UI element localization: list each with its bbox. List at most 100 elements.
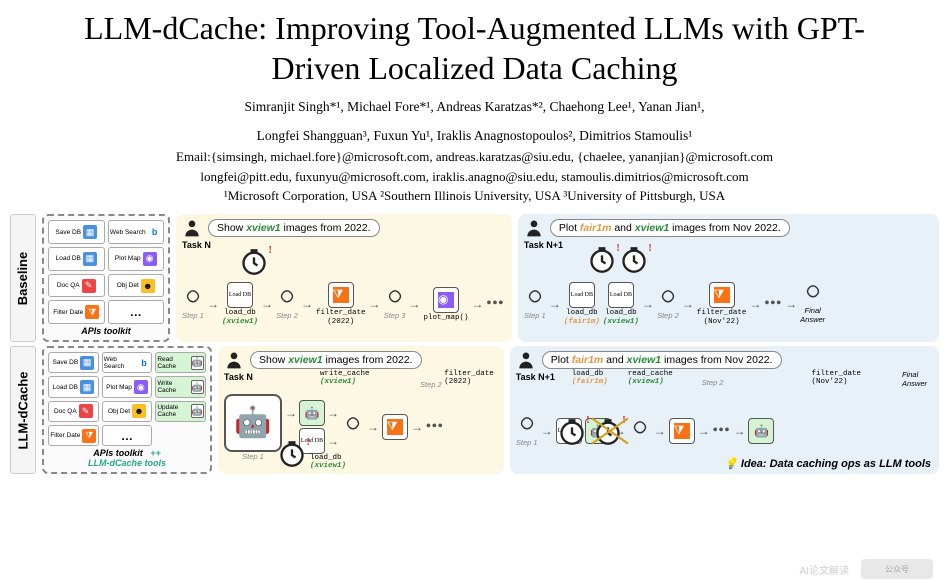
paper-title: LLM-dCache: Improving Tool-Augmented LLM…: [40, 8, 909, 88]
dcache-row: LLM-dCache Save DB▦ Web Searchb Read Cac…: [10, 346, 939, 474]
arrow-icon: →: [749, 297, 761, 312]
api-save-db: Save DB▦: [48, 352, 99, 373]
task-n1-prompt: Plot fair1m and xview1 images from Nov 2…: [542, 351, 782, 369]
clock-delay-icon: !: [620, 246, 648, 274]
api-read-cache: Read Cache🤖: [155, 352, 206, 373]
arrow-icon: →: [472, 297, 484, 312]
api-doc-qa: Doc QA✎: [48, 274, 105, 298]
user-icon: [524, 218, 544, 238]
robot-icon: 🤖: [191, 356, 204, 370]
gpt-icon: [342, 416, 364, 438]
affiliations: ¹Microsoft Corporation, USA ²Southern Il…: [40, 188, 909, 204]
watermark-text: AI论文解读: [800, 562, 849, 577]
write-cache-box: 🤖: [299, 400, 325, 426]
arrow-icon: →: [327, 434, 339, 449]
arrow-icon: →: [369, 297, 381, 312]
watermark-badge: 公众号: [861, 559, 933, 579]
clock-delay-icon: !: [240, 248, 268, 276]
map-icon: ◉: [143, 252, 157, 266]
load-db-annot: load_db(xview1): [310, 454, 346, 470]
arrow-icon: →: [541, 424, 553, 439]
baseline-task-n1: Plot fair1m and xview1 images from Nov 2…: [518, 214, 939, 342]
lightbulb-icon: 💡: [724, 458, 738, 470]
ellipsis-icon: •••: [713, 423, 731, 439]
doc-icon: ✎: [79, 404, 93, 418]
baseline-row: Baseline Save DB▦ Web Searchb Load DB▦ P…: [10, 214, 939, 342]
plot-map-box: ◉: [433, 287, 459, 313]
arrow-icon: →: [698, 424, 710, 439]
task-n1-prompt: Plot fair1m and xview1 images from Nov 2…: [550, 219, 790, 237]
emails-line-2: longfei@pitt.edu, fuxunyu@microsoft.com,…: [40, 168, 909, 186]
gpt-icon: [629, 420, 651, 442]
api-more: …: [102, 425, 153, 446]
api-web-search: Web Searchb: [108, 220, 165, 244]
task-n-label: Task N: [182, 240, 506, 250]
task-n1-label: Task N+1: [524, 240, 933, 250]
step2-annot: Step 2: [420, 380, 442, 389]
clock-delay-icon: !: [278, 440, 306, 468]
database-icon: ▦: [83, 252, 97, 266]
user-icon: [516, 350, 536, 370]
alert-icon: !: [268, 244, 272, 256]
gpt-icon: [182, 289, 204, 311]
detect-icon: ☻: [141, 279, 155, 293]
dcache-label: LLM-dCache: [10, 346, 36, 474]
write-cache-annot: write_cache(xview1): [320, 370, 370, 386]
gpt-icon: [516, 416, 538, 438]
paper-header: LLM-dCache: Improving Tool-Augmented LLM…: [0, 0, 949, 208]
detect-icon: ☻: [132, 404, 146, 418]
api-update-cache: Update Cache🤖: [155, 401, 206, 422]
api-web-search: Web Searchb: [102, 352, 153, 373]
gpt-icon: [657, 289, 679, 311]
api-filter-date: Filter Date⧩: [48, 300, 105, 324]
filter-icon: ⧩: [333, 287, 349, 303]
api-obj-det: Obj Det☻: [102, 401, 153, 422]
arrow-icon: →: [411, 420, 423, 435]
user-icon: [182, 218, 202, 238]
api-obj-det: Obj Det☻: [108, 274, 165, 298]
database-icon: ▦: [80, 356, 94, 370]
robot-answer-icon: 🤖: [748, 418, 774, 444]
arrow-icon: →: [301, 297, 313, 312]
load-db-box: Load DB: [608, 282, 634, 308]
api-plot-map: Plot Map◉: [108, 247, 165, 271]
gpt-icon: [384, 289, 406, 311]
gpt-icon: [524, 289, 546, 311]
filter-icon: ⧩: [674, 423, 690, 439]
clock-crossed-icon: !: [594, 418, 622, 446]
ellipsis-icon: •••: [764, 296, 782, 312]
gpt-icon: [276, 289, 298, 311]
database-icon: ▦: [80, 380, 94, 394]
user-icon: [224, 350, 244, 370]
arrow-icon: →: [733, 424, 745, 439]
dcache-task-n1: Plot fair1m and xview1 images from Nov 2…: [510, 346, 939, 474]
toolkit-caption: APIs toolkit ++LLM-dCache tools: [48, 448, 206, 468]
bing-icon: b: [138, 356, 151, 370]
baseline-toolkit: Save DB▦ Web Searchb Load DB▦ Plot Map◉ …: [42, 214, 170, 342]
ellipsis-icon: •••: [426, 419, 444, 435]
authors-line-2: Longfei Shangguan³, Fuxun Yu¹, Iraklis A…: [40, 127, 909, 146]
arrow-icon: →: [327, 406, 339, 421]
idea-callout: 💡 Idea: Data caching ops as LLM tools: [724, 457, 931, 470]
dcache-toolkit: Save DB▦ Web Searchb Read Cache🤖 Load DB…: [42, 346, 212, 474]
clock-delay-icon: !: [588, 246, 616, 274]
dcache-task-n: Show xview1 images from 2022. Task N wri…: [218, 346, 504, 474]
api-save-db: Save DB▦: [48, 220, 105, 244]
api-write-cache: Write Cache🤖: [155, 376, 206, 397]
toolkit-caption: APIs toolkit: [48, 326, 164, 336]
arrow-icon: →: [785, 297, 797, 312]
task-n-prompt: Show xview1 images from 2022.: [208, 219, 380, 237]
ellipsis-icon: •••: [487, 296, 505, 312]
arrow-icon: →: [549, 297, 561, 312]
load-db-box: Load DB: [569, 282, 595, 308]
arrow-icon: →: [682, 297, 694, 312]
filter-date-annot: filter_date(Nov'22): [811, 370, 861, 386]
step2-annot: Step 2: [702, 378, 724, 387]
load-db-annot: load_db(fair1m): [572, 370, 608, 386]
map-icon: ◉: [134, 380, 148, 394]
api-load-db: Load DB▦: [48, 247, 105, 271]
arrow-icon: →: [367, 420, 379, 435]
filter-date-box: ⧩: [382, 414, 408, 440]
filter-icon: ⧩: [85, 305, 99, 319]
map-icon: ◉: [438, 292, 454, 308]
